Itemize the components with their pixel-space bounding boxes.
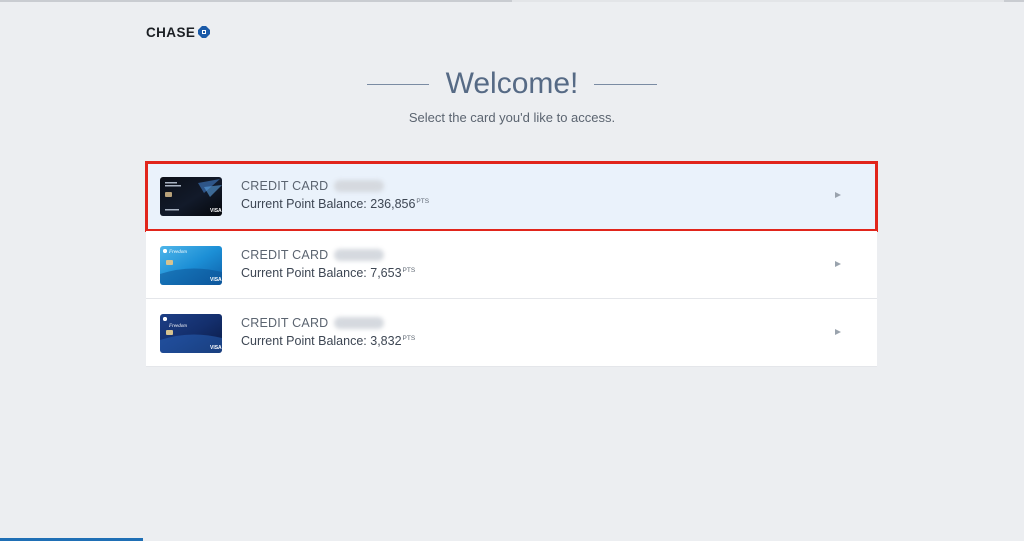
- point-balance-label: Current Point Balance: 236,856: [241, 197, 416, 211]
- card-name-label: CREDIT CARD: [241, 316, 329, 330]
- chevron-right-icon: [835, 261, 841, 267]
- masked-card-number: [334, 317, 385, 329]
- top-border-light: [512, 0, 1004, 2]
- masked-card-number: [334, 249, 385, 261]
- page-subtitle: Select the card you'd like to access.: [408, 110, 616, 125]
- pts-unit: PTS: [416, 198, 430, 205]
- svg-text:Freedom: Freedom: [168, 250, 187, 255]
- chevron-right-icon: [835, 329, 841, 335]
- divider-right: [594, 84, 657, 85]
- card-option-3[interactable]: Freedom VISA CREDIT CARD Current Point B…: [146, 299, 877, 367]
- chase-logo[interactable]: CHASE: [146, 24, 211, 40]
- card-name: CREDIT CARD: [241, 179, 385, 193]
- card-option-2[interactable]: Freedom VISA CREDIT CARD Current Point B…: [146, 231, 877, 299]
- point-balance-label: Current Point Balance: 3,832: [241, 334, 402, 348]
- masked-card-number: [334, 180, 385, 192]
- svg-text:VISA: VISA: [210, 208, 222, 214]
- freedom-unlimited-card: Freedom VISA: [160, 314, 222, 353]
- page-title: Welcome!: [445, 67, 579, 100]
- point-balance-label: Current Point Balance: 7,653: [241, 266, 402, 280]
- freedom-card: Freedom VISA: [160, 246, 222, 285]
- point-balance: Current Point Balance: 7,653PTS: [241, 266, 415, 280]
- chase-octagon-icon: [198, 26, 211, 38]
- pts-unit: PTS: [402, 267, 416, 274]
- divider-left: [367, 84, 429, 85]
- card-list: VISA CREDIT CARD Current Point Balance: …: [145, 161, 878, 367]
- chevron-right-icon: [835, 192, 841, 198]
- point-balance: Current Point Balance: 3,832PTS: [241, 334, 415, 348]
- card-name-label: CREDIT CARD: [241, 248, 329, 262]
- svg-text:VISA: VISA: [210, 277, 222, 283]
- card-name: CREDIT CARD: [241, 316, 385, 330]
- pts-unit: PTS: [402, 335, 416, 342]
- svg-text:Freedom: Freedom: [168, 324, 187, 329]
- point-balance: Current Point Balance: 236,856PTS: [241, 197, 429, 211]
- sapphire-reserve-card: VISA: [160, 177, 222, 216]
- brand-name: CHASE: [146, 24, 196, 40]
- svg-text:VISA: VISA: [210, 345, 222, 351]
- card-name: CREDIT CARD: [241, 248, 385, 262]
- welcome-header: Welcome!: [0, 64, 1024, 104]
- card-name-label: CREDIT CARD: [241, 179, 329, 193]
- card-option-1[interactable]: VISA CREDIT CARD Current Point Balance: …: [145, 161, 878, 232]
